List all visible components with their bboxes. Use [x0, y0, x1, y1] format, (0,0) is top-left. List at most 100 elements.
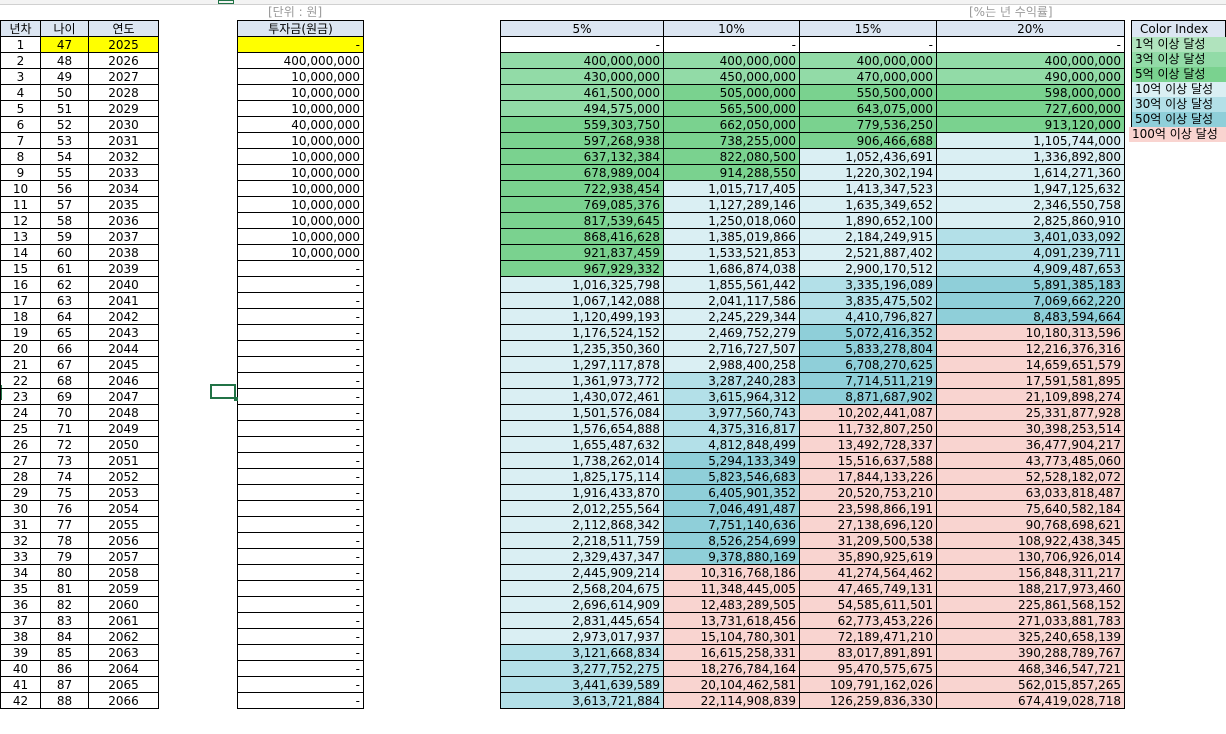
investment-cell[interactable]: - — [237, 388, 364, 405]
age-cell[interactable]: 63 — [40, 292, 89, 309]
return-value-cell[interactable]: 1,250,018,060 — [663, 212, 800, 229]
calendar-year-cell[interactable]: 2053 — [88, 484, 159, 501]
return-value-cell[interactable]: 1,361,973,772 — [500, 372, 664, 389]
year-number-cell[interactable]: 37 — [0, 612, 41, 629]
investment-cell[interactable]: - — [237, 580, 364, 597]
return-value-cell[interactable]: 20,104,462,581 — [663, 676, 800, 693]
year-number-cell[interactable]: 22 — [0, 372, 41, 389]
year-number-cell[interactable]: 40 — [0, 660, 41, 677]
return-value-cell[interactable]: 5,823,546,683 — [663, 468, 800, 485]
age-cell[interactable]: 49 — [40, 68, 89, 85]
return-value-cell[interactable]: 5,891,385,183 — [936, 276, 1125, 293]
age-cell[interactable]: 60 — [40, 244, 89, 261]
investment-cell[interactable]: - — [237, 500, 364, 517]
return-value-cell[interactable]: 7,751,140,636 — [663, 516, 800, 533]
investment-cell[interactable]: - — [237, 564, 364, 581]
year-number-cell[interactable]: 12 — [0, 212, 41, 229]
calendar-year-cell[interactable]: 2041 — [88, 292, 159, 309]
investment-cell[interactable]: 10,000,000 — [237, 212, 364, 229]
investment-cell[interactable]: - — [237, 404, 364, 421]
investment-cell[interactable]: - — [237, 356, 364, 373]
return-value-cell[interactable]: 22,114,908,839 — [663, 692, 800, 709]
return-value-cell[interactable]: 2,245,229,344 — [663, 308, 800, 325]
return-value-cell[interactable]: 3,287,240,283 — [663, 372, 800, 389]
return-value-cell[interactable]: 36,477,904,217 — [936, 436, 1125, 453]
age-cell[interactable]: 85 — [40, 644, 89, 661]
return-value-cell[interactable]: 5,294,133,349 — [663, 452, 800, 469]
return-value-cell[interactable]: 4,410,796,827 — [799, 308, 937, 325]
return-value-cell[interactable]: 1,855,561,442 — [663, 276, 800, 293]
age-cell[interactable]: 67 — [40, 356, 89, 373]
year-number-cell[interactable]: 41 — [0, 676, 41, 693]
return-value-cell[interactable]: 822,080,500 — [663, 148, 800, 165]
return-value-cell[interactable]: 461,500,000 — [500, 84, 664, 101]
year-number-cell[interactable]: 10 — [0, 180, 41, 197]
return-value-cell[interactable]: - — [500, 36, 664, 53]
year-number-cell[interactable]: 17 — [0, 292, 41, 309]
investment-cell[interactable]: - — [237, 436, 364, 453]
return-value-cell[interactable]: 779,536,250 — [799, 116, 937, 133]
age-cell[interactable]: 81 — [40, 580, 89, 597]
return-value-cell[interactable]: 678,989,004 — [500, 164, 664, 181]
calendar-year-cell[interactable]: 2055 — [88, 516, 159, 533]
year-number-cell[interactable]: 32 — [0, 532, 41, 549]
return-value-cell[interactable]: 643,075,000 — [799, 100, 937, 117]
return-value-cell[interactable]: 400,000,000 — [663, 52, 800, 69]
return-value-cell[interactable]: 390,288,789,767 — [936, 644, 1125, 661]
age-cell[interactable]: 76 — [40, 500, 89, 517]
return-value-cell[interactable]: 2,329,437,347 — [500, 548, 664, 565]
age-cell[interactable]: 77 — [40, 516, 89, 533]
calendar-year-cell[interactable]: 2046 — [88, 372, 159, 389]
calendar-year-cell[interactable]: 2025 — [88, 36, 159, 53]
calendar-year-cell[interactable]: 2056 — [88, 532, 159, 549]
return-value-cell[interactable]: 6,708,270,625 — [799, 356, 937, 373]
investment-cell[interactable]: 10,000,000 — [237, 196, 364, 213]
return-value-cell[interactable]: 109,791,162,026 — [799, 676, 937, 693]
investment-cell[interactable]: - — [237, 660, 364, 677]
year-number-cell[interactable]: 5 — [0, 100, 41, 117]
investment-cell[interactable]: 10,000,000 — [237, 84, 364, 101]
return-value-cell[interactable]: 188,217,973,460 — [936, 580, 1125, 597]
return-value-cell[interactable]: 2,112,868,342 — [500, 516, 664, 533]
age-cell[interactable]: 80 — [40, 564, 89, 581]
return-value-cell[interactable]: 35,890,925,619 — [799, 548, 937, 565]
return-value-cell[interactable]: 662,050,000 — [663, 116, 800, 133]
calendar-year-cell[interactable]: 2065 — [88, 676, 159, 693]
return-value-cell[interactable]: 75,640,582,184 — [936, 500, 1125, 517]
age-cell[interactable]: 58 — [40, 212, 89, 229]
return-value-cell[interactable]: 3,335,196,089 — [799, 276, 937, 293]
return-value-cell[interactable]: 1,576,654,888 — [500, 420, 664, 437]
return-value-cell[interactable]: 1,176,524,152 — [500, 324, 664, 341]
return-value-cell[interactable]: 10,202,441,087 — [799, 404, 937, 421]
return-value-cell[interactable]: 11,348,445,005 — [663, 580, 800, 597]
return-value-cell[interactable]: 5,833,278,804 — [799, 340, 937, 357]
calendar-year-cell[interactable]: 2027 — [88, 68, 159, 85]
return-value-cell[interactable]: 2,696,614,909 — [500, 596, 664, 613]
return-value-cell[interactable]: 95,470,575,675 — [799, 660, 937, 677]
return-value-cell[interactable]: 1,385,019,866 — [663, 228, 800, 245]
return-value-cell[interactable]: 13,731,618,456 — [663, 612, 800, 629]
return-value-cell[interactable]: 10,180,313,596 — [936, 324, 1125, 341]
return-value-cell[interactable]: 3,613,721,884 — [500, 692, 664, 709]
year-number-cell[interactable]: 29 — [0, 484, 41, 501]
year-number-cell[interactable]: 38 — [0, 628, 41, 645]
return-value-cell[interactable]: 817,539,645 — [500, 212, 664, 229]
investment-cell[interactable]: 400,000,000 — [237, 52, 364, 69]
age-cell[interactable]: 84 — [40, 628, 89, 645]
year-number-cell[interactable]: 34 — [0, 564, 41, 581]
investment-cell[interactable]: 10,000,000 — [237, 164, 364, 181]
return-value-cell[interactable]: 727,600,000 — [936, 100, 1125, 117]
investment-cell[interactable]: - — [237, 452, 364, 469]
return-value-cell[interactable]: 225,861,568,152 — [936, 596, 1125, 613]
investment-cell[interactable]: 10,000,000 — [237, 180, 364, 197]
return-value-cell[interactable]: 2,568,204,675 — [500, 580, 664, 597]
return-value-cell[interactable]: 17,844,133,226 — [799, 468, 937, 485]
return-value-cell[interactable]: 967,929,332 — [500, 260, 664, 277]
investment-cell[interactable]: - — [237, 308, 364, 325]
age-cell[interactable]: 59 — [40, 228, 89, 245]
return-value-cell[interactable]: 490,000,000 — [936, 68, 1125, 85]
return-value-cell[interactable]: 1,825,175,114 — [500, 468, 664, 485]
calendar-year-cell[interactable]: 2034 — [88, 180, 159, 197]
year-number-cell[interactable]: 42 — [0, 692, 41, 709]
return-value-cell[interactable]: 1,297,117,878 — [500, 356, 664, 373]
